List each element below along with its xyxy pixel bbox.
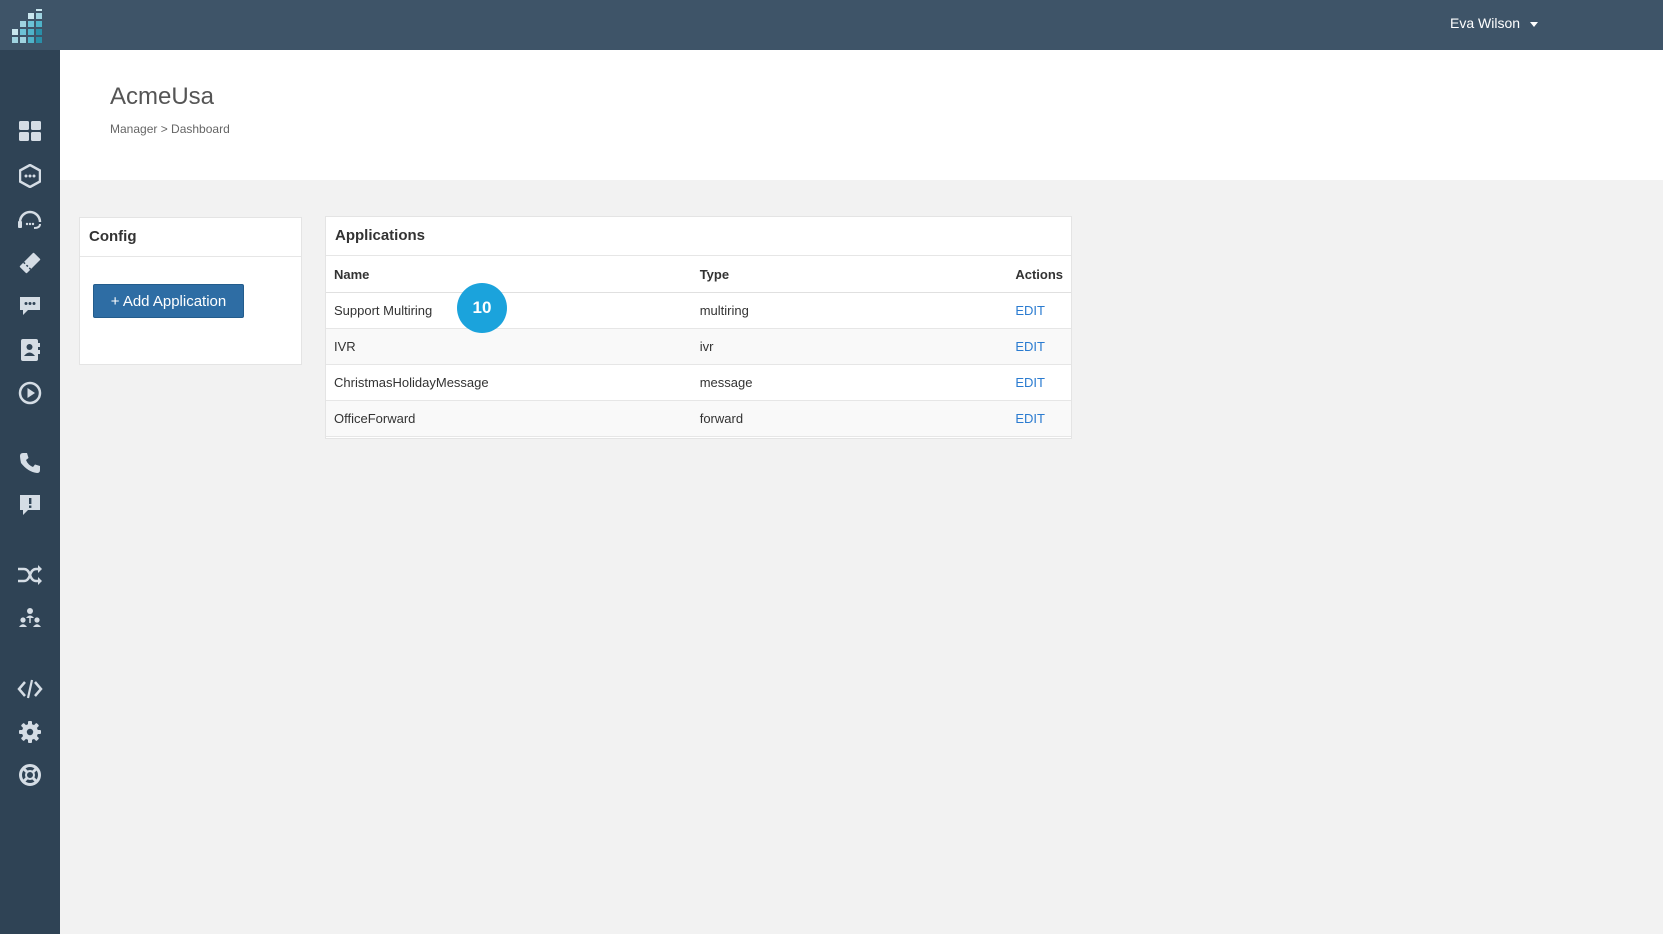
code-icon[interactable] [0,671,60,707]
edit-link[interactable]: EDIT [1015,411,1045,426]
page-title: AcmeUsa [110,83,215,110]
contacts-book-icon[interactable] [0,332,60,368]
app-type-cell: multiring [691,292,1008,329]
applications-card-title: Applications [326,217,1071,256]
app-type-cell: forward [691,400,1008,437]
lifebuoy-icon[interactable] [0,757,60,793]
config-card-title: Config [80,218,301,257]
table-header-row: Name Type Actions [326,256,1071,293]
column-header-type: Type [691,256,1008,293]
table-row: OfficeForward forward EDIT [326,400,1071,437]
dashboard-grid-icon[interactable] [0,113,60,149]
app-name-cell: OfficeForward [326,400,692,437]
applications-card: Applications Name Type Actions Support M… [325,216,1072,439]
app-logo-icon[interactable] [12,9,48,45]
config-card: Config + Add Application [79,217,302,365]
headset-icon[interactable] [0,201,60,237]
table-row: ChristmasHolidayMessage message EDIT [326,364,1071,401]
shuffle-icon[interactable] [0,557,60,593]
sms-bubble-icon[interactable] [0,288,60,324]
app-name-cell: IVR [326,328,692,365]
phone-icon[interactable] [0,445,60,481]
edit-link[interactable]: EDIT [1015,303,1045,318]
breadcrumb: Manager > Dashboard [110,122,230,136]
column-header-actions: Actions [1007,256,1071,293]
step-number-badge: 10 [457,283,507,333]
play-circle-icon[interactable] [0,375,60,411]
user-name: Eva Wilson [1450,15,1521,31]
user-menu[interactable]: Eva Wilson [1450,15,1539,35]
table-row: Support Multiring multiring EDIT [326,292,1071,329]
top-bar: Eva Wilson [0,0,1663,50]
column-header-name: Name [326,256,692,293]
edit-link[interactable]: EDIT [1015,339,1045,354]
hexagon-chat-icon[interactable] [0,158,60,194]
team-icon[interactable] [0,600,60,636]
ticket-icon[interactable] [0,245,60,281]
gear-icon[interactable] [0,714,60,750]
app-type-cell: ivr [691,328,1008,365]
sidebar [0,50,60,934]
app-type-cell: message [691,364,1008,401]
page-header: AcmeUsa Manager > Dashboard [60,50,1663,180]
app-name-cell: ChristmasHolidayMessage [326,364,692,401]
add-application-button[interactable]: + Add Application [93,284,244,318]
applications-table: Name Type Actions Support Multiring mult… [326,256,1071,437]
app-name-cell: Support Multiring [326,292,692,329]
table-row: IVR ivr EDIT [326,328,1071,365]
caret-down-icon [1530,21,1539,27]
edit-link[interactable]: EDIT [1015,375,1045,390]
message-alert-icon[interactable] [0,487,60,523]
